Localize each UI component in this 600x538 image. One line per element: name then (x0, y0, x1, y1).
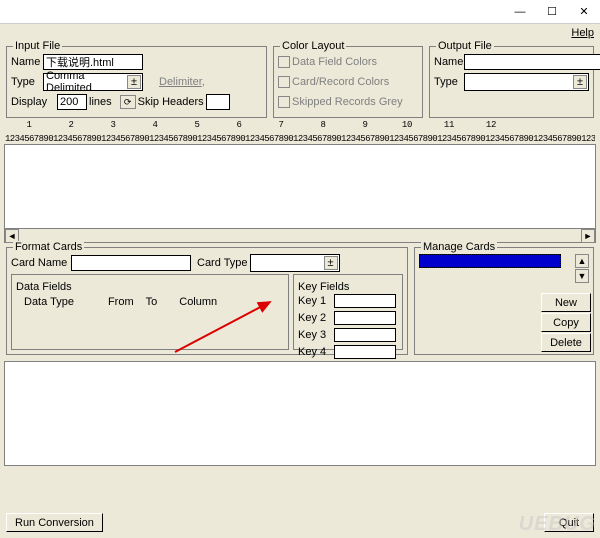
preview-area[interactable] (4, 144, 596, 229)
card-name-field[interactable] (71, 255, 191, 271)
key-label: Key 4 (298, 346, 332, 358)
chevron-down-icon: ± (127, 75, 141, 89)
key-field[interactable] (334, 345, 396, 359)
input-name-field[interactable] (43, 54, 143, 70)
format-cards-legend: Format Cards (13, 241, 84, 253)
opt-data-field-colors: Data Field Colors (292, 56, 377, 68)
close-button[interactable]: ✕ (568, 1, 600, 23)
key-fields-legend: Key Fields (298, 281, 398, 293)
minimize-button[interactable]: — (504, 1, 536, 23)
skip-headers-field[interactable] (206, 94, 230, 110)
key-label: Key 1 (298, 295, 332, 307)
delete-button[interactable]: Delete (541, 333, 591, 352)
scroll-right-icon[interactable]: ► (581, 229, 595, 243)
type-label: Type (11, 76, 41, 88)
card-name-label: Card Name (11, 257, 69, 269)
col-data-type: Data Type (24, 296, 74, 308)
key-label: Key 3 (298, 329, 332, 341)
copy-button[interactable]: Copy (541, 313, 591, 332)
name-label: Name (11, 56, 41, 68)
key-field[interactable] (334, 294, 396, 308)
output-file-legend: Output File (436, 40, 494, 52)
lines-label: lines (89, 96, 112, 108)
display-label: Display (11, 96, 55, 108)
scroll-up-icon[interactable]: ▲ (575, 254, 589, 268)
input-type-combo[interactable]: Comma Delimited ± (43, 73, 143, 91)
skip-headers-label: Skip Headers (138, 96, 204, 108)
title-bar: — ☐ ✕ (0, 0, 600, 24)
output-file-group: Output File Name Type ± (429, 46, 594, 118)
manage-cards-legend: Manage Cards (421, 241, 497, 253)
checkbox[interactable] (278, 96, 290, 108)
color-layout-group: Color Layout Data Field Colors Card/Reco… (273, 46, 423, 118)
key-label: Key 2 (298, 312, 332, 324)
chevron-down-icon: ± (324, 256, 338, 270)
output-name-field[interactable] (464, 54, 600, 70)
maximize-button[interactable]: ☐ (536, 1, 568, 23)
col-to: To (146, 296, 158, 308)
opt-skipped-grey: Skipped Records Grey (292, 96, 403, 108)
opt-card-record-colors: Card/Record Colors (292, 76, 389, 88)
card-type-combo[interactable]: ± (250, 254, 340, 272)
data-fields-legend: Data Fields (16, 281, 284, 293)
ruler: 123456789101112 (5, 120, 595, 134)
output-preview-area[interactable] (4, 361, 596, 466)
checkbox[interactable] (278, 56, 290, 68)
color-layout-legend: Color Layout (280, 40, 346, 52)
menu-help[interactable]: Help (571, 27, 594, 39)
input-file-group: Input File Name Type Comma Delimited ± D… (6, 46, 267, 118)
format-cards-group: Format Cards Card Name Card Type ± Data … (6, 247, 408, 355)
ruler-digits: 1234567890123456789012345678901234567890… (5, 134, 595, 144)
delimiter-label: Delimiter, (159, 76, 205, 88)
output-type-combo[interactable]: ± (464, 73, 589, 91)
quit-button[interactable]: Quit (544, 513, 594, 532)
new-button[interactable]: New (541, 293, 591, 312)
out-type-label: Type (434, 76, 462, 88)
display-field[interactable] (57, 94, 87, 110)
checkbox[interactable] (278, 76, 290, 88)
key-field[interactable] (334, 311, 396, 325)
out-name-label: Name (434, 56, 462, 68)
input-file-legend: Input File (13, 40, 62, 52)
scroll-down-icon[interactable]: ▼ (575, 269, 589, 283)
col-column: Column (179, 296, 217, 308)
run-conversion-button[interactable]: Run Conversion (6, 513, 103, 532)
col-from: From (108, 296, 134, 308)
data-fields-group: Data Fields Data Type From To Column (11, 274, 289, 350)
chevron-down-icon: ± (573, 75, 587, 89)
card-type-label: Card Type (197, 257, 248, 269)
refresh-icon[interactable]: ⟳ (120, 95, 136, 109)
key-field[interactable] (334, 328, 396, 342)
key-fields-group: Key Fields Key 1Key 2Key 3Key 4 (293, 274, 403, 350)
card-list-selection[interactable] (419, 254, 561, 268)
manage-cards-group: Manage Cards ▲ ▼ New Copy Delete (414, 247, 594, 355)
